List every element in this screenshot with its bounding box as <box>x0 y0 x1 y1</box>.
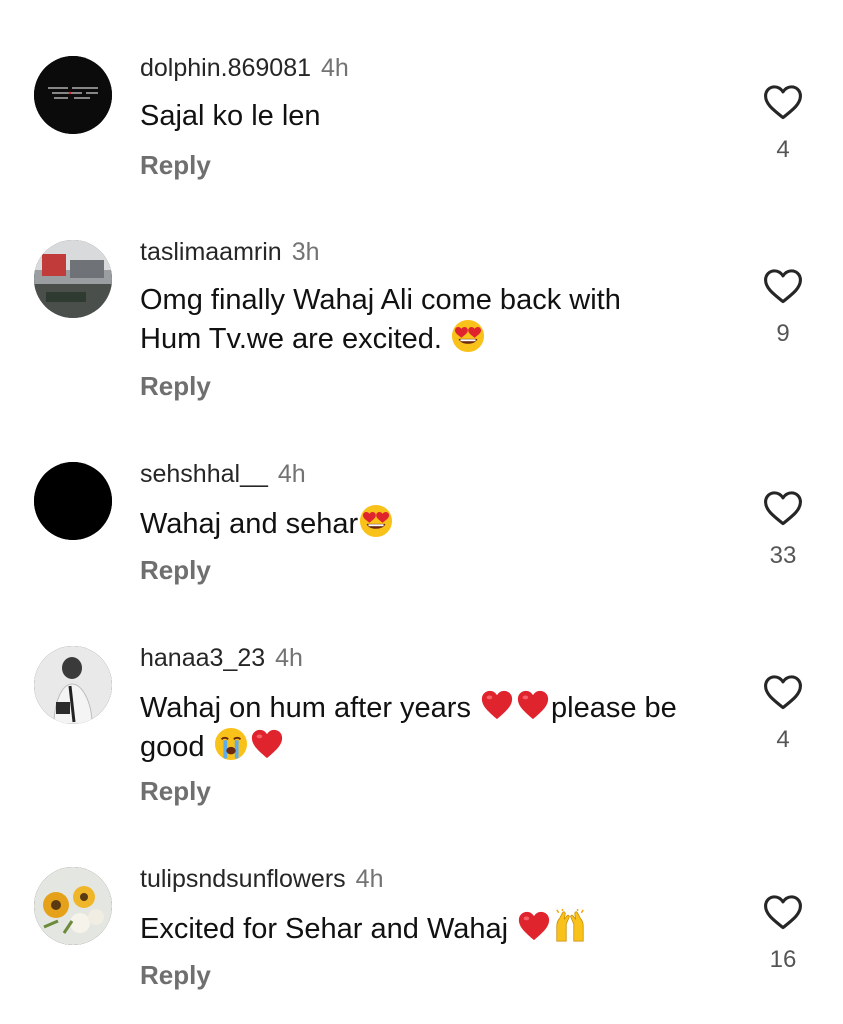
timestamp: 4h <box>355 865 384 893</box>
avatar[interactable] <box>34 646 112 724</box>
username[interactable]: taslimaamrin <box>140 238 282 266</box>
like-group: 4 <box>760 80 806 164</box>
username[interactable]: hanaa3_23 <box>140 644 265 672</box>
username[interactable]: tulipsndsunflowers <box>140 865 346 893</box>
like-count: 9 <box>776 320 790 347</box>
reply-button[interactable]: Reply <box>140 776 211 806</box>
heart-eyes-emoji <box>451 319 485 353</box>
comment-text: Wahaj on hum after years please be good <box>140 688 740 766</box>
like-group: 4 <box>760 670 806 754</box>
like-count: 4 <box>776 136 790 163</box>
heart-outline-icon[interactable] <box>761 890 805 934</box>
timestamp: 4h <box>277 460 306 488</box>
avatar[interactable] <box>34 56 112 134</box>
comment-text: Wahaj and sehar <box>140 504 740 543</box>
timestamp: 4h <box>321 54 349 82</box>
heart-eyes-emoji <box>359 504 393 538</box>
timestamp: 3h <box>291 238 320 266</box>
red-heart-emoji <box>250 727 284 761</box>
red-heart-emoji <box>517 909 551 943</box>
like-count: 33 <box>769 542 797 569</box>
heart-outline-icon[interactable] <box>761 486 805 530</box>
like-count: 16 <box>769 946 797 973</box>
comment-text: Omg finally Wahaj Ali come back with Hum… <box>140 284 621 355</box>
raised-hands-emoji <box>553 909 587 943</box>
red-heart-emoji <box>516 688 550 722</box>
reply-button[interactable]: Reply <box>140 371 211 401</box>
heart-outline-icon[interactable] <box>761 670 805 714</box>
crying-face-emoji <box>214 727 248 761</box>
avatar[interactable] <box>34 462 112 540</box>
like-group: 33 <box>760 486 806 570</box>
reply-button[interactable]: Reply <box>140 555 211 585</box>
like-group: 9 <box>760 264 806 348</box>
avatar[interactable] <box>34 867 112 945</box>
like-count: 4 <box>776 726 790 753</box>
avatar[interactable] <box>34 240 112 318</box>
username[interactable]: dolphin.869081 <box>140 54 311 82</box>
comment-text: Sajal ko le len <box>140 100 321 132</box>
timestamp: 4h <box>275 644 303 672</box>
comment-text: Excited for Sehar and Wahaj <box>140 909 740 948</box>
reply-button[interactable]: Reply <box>140 150 211 180</box>
username[interactable]: sehshhal__ <box>140 460 268 488</box>
red-heart-emoji <box>480 688 514 722</box>
heart-outline-icon[interactable] <box>761 264 805 308</box>
heart-outline-icon[interactable] <box>761 80 805 124</box>
like-group: 16 <box>760 890 806 974</box>
reply-button[interactable]: Reply <box>140 960 211 990</box>
